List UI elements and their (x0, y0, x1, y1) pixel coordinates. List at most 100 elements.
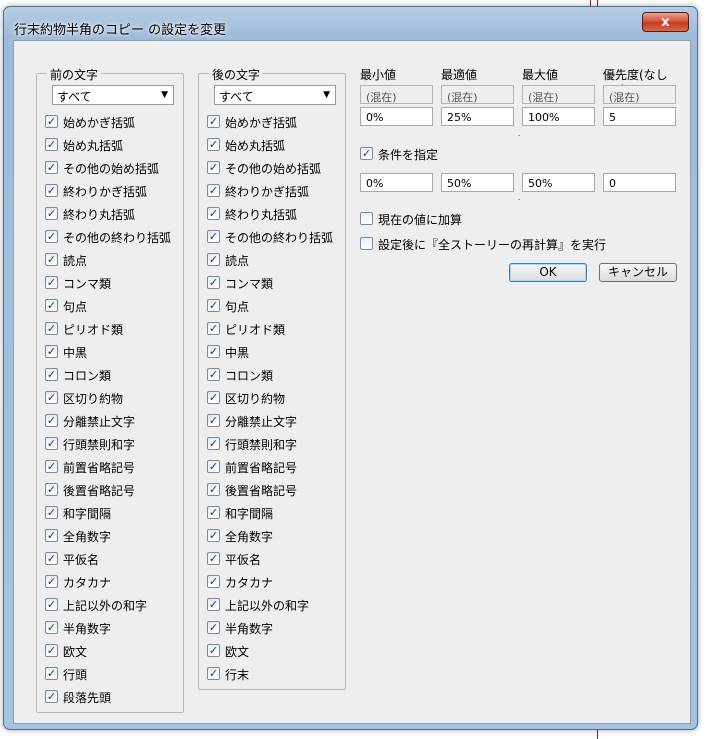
before-char-checkbox[interactable]: ✓ (45, 460, 58, 473)
after-char-label: 半角数字 (225, 622, 274, 636)
check-icon: ✓ (46, 299, 57, 312)
before-char-checkbox[interactable]: ✓ (45, 414, 58, 427)
after-char-checkbox[interactable]: ✓ (207, 437, 220, 450)
before-char-label: カタカナ (63, 576, 112, 590)
condition-priority-input[interactable]: 0 (603, 173, 676, 192)
add-current-checkbox[interactable] (360, 212, 373, 225)
chevron-down-icon: ▼ (323, 90, 330, 100)
after-char-label: 平仮名 (225, 553, 262, 567)
condition-optimal-input[interactable]: 50% (441, 173, 514, 192)
after-char-checkbox[interactable]: ✓ (207, 161, 220, 174)
before-char-checkbox[interactable]: ✓ (45, 598, 58, 611)
after-char-label: その他の始め括弧 (225, 162, 322, 176)
check-icon: ✓ (46, 414, 57, 427)
before-char-checkbox[interactable]: ✓ (45, 529, 58, 542)
after-char-checkbox[interactable]: ✓ (207, 506, 220, 519)
before-char-checkbox[interactable]: ✓ (45, 690, 58, 703)
before-char-checkbox[interactable]: ✓ (45, 621, 58, 634)
ok-button[interactable]: OK (509, 263, 587, 282)
before-char-checkbox[interactable]: ✓ (45, 368, 58, 381)
after-char-checkbox[interactable]: ✓ (207, 483, 220, 496)
check-icon: ✓ (46, 552, 57, 565)
before-char-label: 欧文 (63, 645, 88, 659)
after-char-checkbox[interactable]: ✓ (207, 575, 220, 588)
after-char-label: 行頭禁則和字 (225, 438, 298, 452)
before-char-label: 行頭 (63, 668, 88, 682)
min-value-input[interactable]: 0% (360, 107, 433, 126)
before-char-checkbox[interactable]: ✓ (45, 230, 58, 243)
optimal-value-input[interactable]: 25% (441, 107, 514, 126)
after-char-checkbox[interactable]: ✓ (207, 276, 220, 289)
before-char-checkbox[interactable]: ✓ (45, 253, 58, 266)
after-char-checkbox[interactable]: ✓ (207, 368, 220, 381)
after-char-checkbox[interactable]: ✓ (207, 598, 220, 611)
after-char-label: 終わりかぎ括弧 (225, 185, 310, 199)
after-char-checkbox[interactable]: ✓ (207, 552, 220, 565)
before-char-checkbox[interactable]: ✓ (45, 184, 58, 197)
before-char-dropdown[interactable]: すべて ▼ (52, 85, 174, 105)
after-char-label: コロン類 (225, 369, 274, 383)
after-char-checkbox[interactable]: ✓ (207, 345, 220, 358)
after-char-checkbox[interactable]: ✓ (207, 529, 220, 542)
after-char-label: 読点 (225, 254, 250, 268)
before-char-checkbox[interactable]: ✓ (45, 437, 58, 450)
title-bar[interactable]: 行末約物半角のコピー の設定を変更 x (4, 7, 697, 40)
condition-checkbox[interactable]: ✓ (360, 147, 373, 160)
after-char-checkbox[interactable]: ✓ (207, 230, 220, 243)
before-char-checkbox[interactable]: ✓ (45, 276, 58, 289)
before-char-label: 中黒 (63, 346, 88, 360)
priority-value-input[interactable]: 5 (603, 107, 676, 126)
before-char-checkbox[interactable]: ✓ (45, 161, 58, 174)
before-char-checkbox[interactable]: ✓ (45, 299, 58, 312)
close-button[interactable]: x (642, 12, 689, 32)
after-char-checkbox[interactable]: ✓ (207, 322, 220, 335)
before-char-checkbox[interactable]: ✓ (45, 391, 58, 404)
check-icon: ✓ (208, 368, 219, 381)
before-char-label: その他の始め括弧 (63, 162, 160, 176)
before-char-checkbox[interactable]: ✓ (45, 322, 58, 335)
check-icon: ✓ (208, 299, 219, 312)
check-icon: ✓ (208, 414, 219, 427)
check-icon: ✓ (208, 207, 219, 220)
priority-mixed-field: (混在) (603, 85, 676, 104)
after-char-label: 始めかぎ括弧 (225, 116, 298, 130)
before-char-checkbox[interactable]: ✓ (45, 644, 58, 657)
before-char-label: 分離禁止文字 (63, 415, 136, 429)
max-value-input[interactable]: 100% (522, 107, 595, 126)
after-char-checkbox[interactable]: ✓ (207, 667, 220, 680)
before-char-checkbox[interactable]: ✓ (45, 667, 58, 680)
after-char-checkbox[interactable]: ✓ (207, 138, 220, 151)
after-char-dropdown[interactable]: すべて ▼ (214, 85, 336, 105)
before-char-checkbox[interactable]: ✓ (45, 207, 58, 220)
after-char-checkbox[interactable]: ✓ (207, 644, 220, 657)
before-char-label: 平仮名 (63, 553, 100, 567)
before-char-checkbox[interactable]: ✓ (45, 575, 58, 588)
before-char-checkbox[interactable]: ✓ (45, 345, 58, 358)
after-char-checkbox[interactable]: ✓ (207, 184, 220, 197)
before-char-checkbox[interactable]: ✓ (45, 115, 58, 128)
check-icon: ✓ (46, 575, 57, 588)
after-char-checkbox[interactable]: ✓ (207, 621, 220, 634)
after-char-checkbox[interactable]: ✓ (207, 414, 220, 427)
recalc-checkbox[interactable] (360, 237, 373, 250)
check-icon: ✓ (208, 184, 219, 197)
check-icon: ✓ (46, 644, 57, 657)
before-char-checkbox[interactable]: ✓ (45, 506, 58, 519)
after-char-checkbox[interactable]: ✓ (207, 115, 220, 128)
after-char-checkbox[interactable]: ✓ (207, 391, 220, 404)
check-icon: ✓ (208, 598, 219, 611)
before-char-label: 全角数字 (63, 530, 112, 544)
before-char-label: 後置省略記号 (63, 484, 136, 498)
recalc-label: 設定後に『全ストーリーの再計算』を実行 (378, 238, 607, 252)
after-char-checkbox[interactable]: ✓ (207, 207, 220, 220)
before-char-checkbox[interactable]: ✓ (45, 552, 58, 565)
before-char-checkbox[interactable]: ✓ (45, 138, 58, 151)
condition-min-input[interactable]: 0% (360, 173, 433, 192)
before-char-checkbox[interactable]: ✓ (45, 483, 58, 496)
after-char-checkbox[interactable]: ✓ (207, 460, 220, 473)
cancel-button[interactable]: キャンセル (599, 263, 677, 282)
after-char-checkbox[interactable]: ✓ (207, 253, 220, 266)
after-char-checkbox[interactable]: ✓ (207, 299, 220, 312)
condition-max-input[interactable]: 50% (522, 173, 595, 192)
dialog-window: 行末約物半角のコピー の設定を変更 x 前の文字 すべて ▼ ✓ 始めかぎ括弧 ✓ 始… (3, 6, 698, 730)
